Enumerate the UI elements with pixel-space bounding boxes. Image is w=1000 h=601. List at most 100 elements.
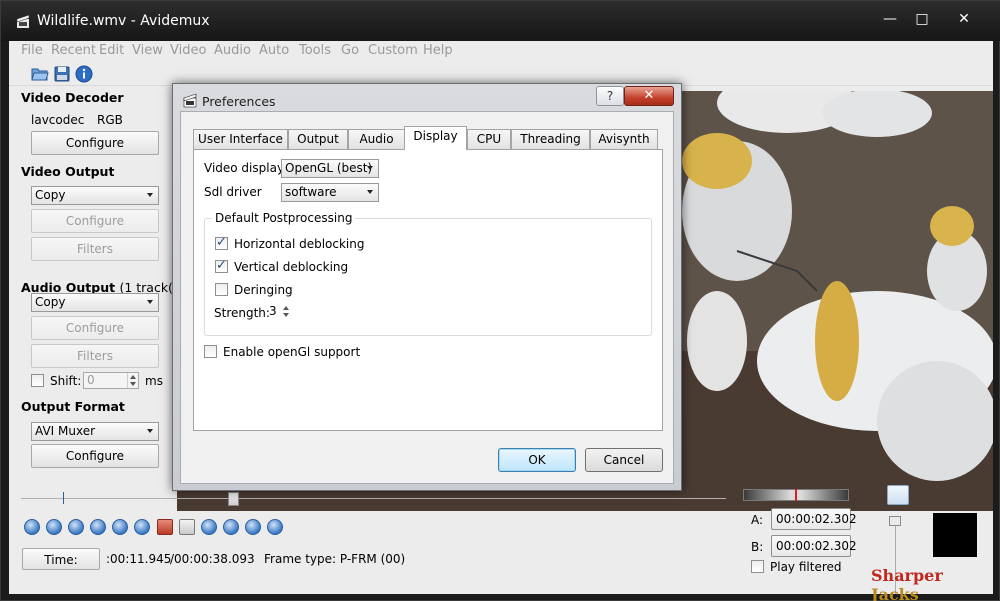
video-configure-button[interactable]: Configure [31, 209, 159, 233]
menu-file[interactable]: File [21, 43, 43, 58]
video-output-select[interactable]: Copy [31, 186, 159, 205]
volume-icon[interactable] [887, 485, 909, 505]
next-frame-icon[interactable] [90, 519, 106, 535]
audio-output-select[interactable]: Copy [31, 293, 159, 312]
format-configure-button[interactable]: Configure [31, 444, 159, 468]
current-time[interactable]: :00:11.945 [106, 552, 171, 566]
vertical-deblocking-label: Vertical deblocking [234, 260, 349, 274]
volume-thumb[interactable] [889, 516, 901, 526]
previous-cut-icon[interactable] [201, 519, 217, 535]
menu-tools[interactable]: Tools [299, 43, 331, 58]
save-icon[interactable] [53, 65, 71, 83]
output-format-select[interactable]: AVI Muxer [31, 422, 159, 441]
info-icon[interactable] [75, 65, 93, 83]
shift-label: Shift: [50, 374, 82, 388]
help-button[interactable]: ? [596, 86, 624, 106]
menu-custom[interactable]: Custom [368, 43, 418, 58]
menu-view[interactable]: View [132, 43, 163, 58]
vertical-deblocking-checkbox[interactable]: ✓ [215, 258, 228, 273]
play-filtered-checkbox[interactable] [751, 560, 764, 573]
previous-frame-icon[interactable] [68, 519, 84, 535]
strength-label: Strength: [214, 306, 270, 320]
tab-avisynth[interactable]: Avisynth [590, 129, 658, 149]
minimize-button[interactable]: — [875, 9, 905, 29]
video-display-value: OpenGL (best) [285, 161, 373, 175]
watermark-part2: Jacks [871, 585, 919, 601]
tab-threading[interactable]: Threading [511, 129, 590, 149]
goto-start-icon[interactable] [245, 519, 261, 535]
spin-arrows-icon[interactable] [281, 304, 292, 319]
maximize-button[interactable]: □ [907, 9, 937, 29]
checkmark-icon: ✓ [216, 258, 227, 273]
display-tab-panel: Video display: OpenGL (best) Sdl driver … [193, 149, 663, 431]
set-marker-a-icon[interactable] [157, 519, 173, 535]
time-button[interactable]: Time: [22, 548, 100, 570]
shift-value: 0 [87, 373, 95, 387]
next-cut-icon[interactable] [223, 519, 239, 535]
horizontal-deblocking-label: Horizontal deblocking [234, 237, 365, 251]
menu-bar: File Recent Edit View Video Audio Auto T… [9, 41, 993, 61]
video-decoder-heading: Video Decoder [21, 90, 124, 105]
marker-b-label: B: [751, 540, 764, 554]
menu-help[interactable]: Help [423, 43, 453, 58]
decoder-configure-button[interactable]: Configure [31, 131, 159, 155]
spin-arrows-icon[interactable] [127, 373, 138, 388]
seek-marker [63, 492, 64, 504]
decoder-codec: lavcodec [31, 113, 85, 127]
close-button[interactable]: ✕ [939, 9, 989, 29]
tab-display[interactable]: Display [404, 126, 467, 150]
sdl-driver-value: software [285, 185, 337, 199]
sdl-driver-select[interactable]: software [281, 183, 379, 202]
menu-edit[interactable]: Edit [99, 43, 124, 58]
tab-user-interface[interactable]: User Interface [193, 129, 288, 149]
play-filtered-label: Play filtered [770, 560, 842, 574]
menu-video[interactable]: Video [170, 43, 206, 58]
marker-b-field[interactable]: 00:00:02.302 [771, 535, 857, 557]
shift-spinbox[interactable]: 0 [83, 372, 139, 389]
tab-output[interactable]: Output [288, 129, 348, 149]
menu-recent[interactable]: Recent [51, 43, 96, 58]
previous-keyframe-icon[interactable] [112, 519, 128, 535]
goto-end-icon[interactable] [267, 519, 283, 535]
deringing-label: Deringing [234, 283, 293, 297]
title-bar[interactable]: Wildlife.wmv - Avidemux — □ ✕ [1, 1, 1000, 41]
enable-opengl-checkbox[interactable] [204, 345, 217, 358]
frame-type: Frame type: P-FRM (00) [264, 552, 406, 566]
tab-cpu[interactable]: CPU [467, 129, 511, 149]
video-filters-button[interactable]: Filters [31, 237, 159, 261]
video-display-select[interactable]: OpenGL (best) [281, 159, 379, 178]
play-icon[interactable] [24, 519, 40, 535]
strength-spinbox[interactable]: 3 [266, 304, 292, 321]
ok-button[interactable]: OK [498, 448, 576, 472]
seek-track[interactable] [21, 498, 726, 499]
output-format-heading: Output Format [21, 399, 125, 414]
clapperboard-icon [16, 14, 30, 28]
checkmark-icon: ✓ [216, 235, 227, 250]
stop-icon[interactable] [46, 519, 62, 535]
open-folder-icon[interactable] [31, 65, 49, 83]
enable-opengl-label: Enable openGl support [223, 345, 361, 359]
sdl-driver-label: Sdl driver [204, 185, 262, 199]
dialog-body: User Interface Output Audio Display CPU … [180, 111, 674, 484]
horizontal-deblocking-checkbox[interactable]: ✓ [215, 235, 228, 250]
shift-checkbox[interactable] [31, 374, 44, 387]
next-keyframe-icon[interactable] [134, 519, 150, 535]
cancel-button[interactable]: Cancel [585, 448, 663, 472]
menu-audio[interactable]: Audio [214, 43, 251, 58]
dialog-title: Preferences [202, 94, 276, 109]
menu-auto[interactable]: Auto [259, 43, 289, 58]
dialog-close-button[interactable]: ✕ [624, 86, 674, 106]
seek-thumb[interactable] [227, 492, 239, 506]
output-format-value: AVI Muxer [35, 424, 96, 438]
set-marker-b-icon[interactable] [179, 519, 195, 535]
chevron-down-icon [147, 193, 153, 197]
deringing-checkbox[interactable] [215, 283, 228, 296]
audio-output-value: Copy [35, 295, 66, 309]
menu-go[interactable]: Go [341, 43, 359, 58]
tab-audio[interactable]: Audio [348, 129, 405, 149]
audio-configure-button[interactable]: Configure [31, 316, 159, 340]
audio-filters-button[interactable]: Filters [31, 344, 159, 368]
chevron-down-icon [147, 429, 153, 433]
window-title: Wildlife.wmv - Avidemux [37, 13, 210, 29]
marker-a-field[interactable]: 00:00:02.302 [771, 508, 857, 530]
